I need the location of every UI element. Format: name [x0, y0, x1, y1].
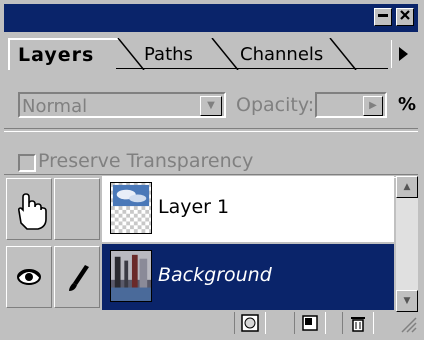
tab-divider-icon	[117, 38, 145, 70]
triangle-right-icon	[399, 47, 408, 61]
layer-name-area[interactable]: Background	[102, 244, 394, 310]
minimize-icon[interactable]	[374, 8, 392, 26]
layers-palette: Layers Paths Channels Normal ▼ Opacity: …	[0, 0, 424, 334]
layers-scrollbar[interactable]: ▲ ▼	[396, 176, 418, 312]
layers-list: Layer 1 Background	[4, 176, 394, 312]
resize-grip-icon[interactable]	[398, 314, 418, 334]
preserve-transparency-label: Preserve Transparency	[38, 150, 254, 172]
layer-mask-icon[interactable]	[234, 312, 266, 334]
tab-bar: Layers Paths Channels	[4, 36, 418, 70]
palette-title-bar[interactable]	[4, 4, 418, 32]
palette-menu-button[interactable]	[391, 40, 414, 68]
scroll-up-icon[interactable]: ▲	[396, 176, 418, 198]
triangle-right-icon[interactable]: ▶	[363, 96, 383, 116]
blend-mode-select[interactable]: Normal ▼	[18, 92, 226, 118]
bottom-toolbar	[4, 312, 418, 334]
layer-name-area[interactable]: Layer 1	[102, 176, 394, 242]
layer-name: Background	[158, 264, 272, 286]
new-layer-icon[interactable]	[294, 312, 326, 334]
brush-toggle[interactable]	[54, 246, 100, 308]
percent-sign: %	[398, 94, 417, 115]
blend-mode-value: Normal	[22, 96, 88, 117]
hand-cursor-icon	[17, 193, 47, 230]
tab-paths[interactable]: Paths	[144, 40, 193, 68]
layer-row[interactable]: Layer 1	[4, 176, 394, 242]
scroll-down-icon[interactable]: ▼	[396, 290, 418, 312]
visibility-toggle[interactable]	[6, 178, 52, 240]
layer-row[interactable]: Background	[4, 244, 394, 310]
tab-channels[interactable]: Channels	[240, 40, 323, 68]
visibility-toggle[interactable]	[6, 246, 52, 308]
preserve-transparency-checkbox[interactable]	[18, 154, 36, 172]
trash-icon[interactable]	[342, 312, 374, 334]
tab-divider-icon	[329, 38, 357, 70]
link-toggle[interactable]	[54, 178, 100, 240]
chevron-down-icon[interactable]: ▼	[200, 96, 222, 116]
tab-layers[interactable]: Layers	[18, 40, 94, 68]
opacity-label: Opacity:	[236, 94, 315, 116]
close-icon[interactable]	[396, 8, 414, 26]
layer-thumbnail	[110, 182, 152, 234]
opacity-field[interactable]: ▶	[315, 92, 387, 118]
divider	[4, 128, 418, 132]
paintbrush-icon	[69, 265, 89, 291]
layer-name: Layer 1	[158, 196, 230, 218]
layer-thumbnail	[110, 250, 152, 302]
tab-divider-icon	[211, 38, 239, 70]
eye-icon	[17, 269, 41, 285]
